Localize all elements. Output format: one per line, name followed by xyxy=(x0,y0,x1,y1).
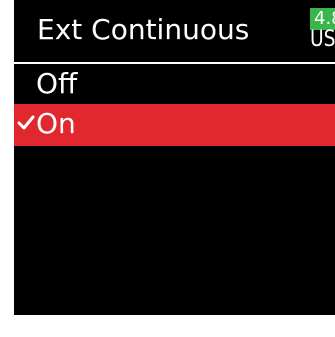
power-source-label: USB xyxy=(310,27,335,52)
option-off[interactable]: Off xyxy=(14,64,335,104)
option-off-label: Off xyxy=(36,67,78,100)
header: Ext Continuous 4.8 USB xyxy=(14,0,335,60)
option-on-label: On xyxy=(36,107,76,140)
option-list: Off On xyxy=(14,64,335,146)
check-icon xyxy=(17,114,35,132)
battery-icon: 4.8 USB xyxy=(310,8,335,56)
page-title: Ext Continuous xyxy=(37,13,250,46)
device-screen: Ext Continuous 4.8 USB Off On xyxy=(14,0,335,315)
option-on[interactable]: On xyxy=(14,104,335,146)
